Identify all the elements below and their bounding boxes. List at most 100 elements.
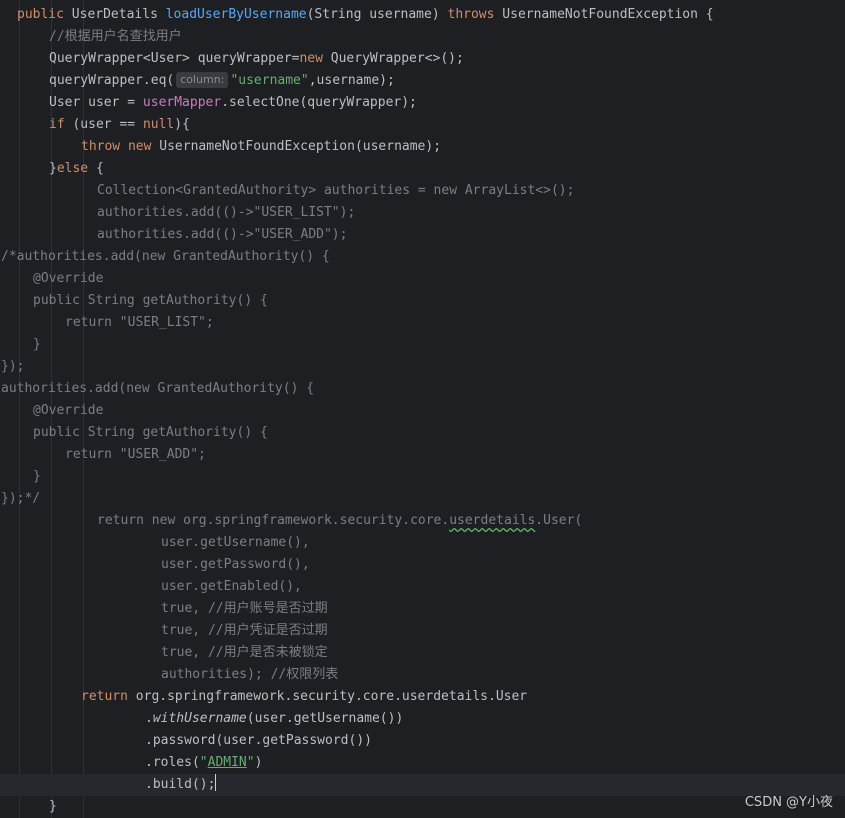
code-line[interactable]: true, //用户凭证是否过期 [0,620,845,642]
code-line[interactable]: @Override [0,268,845,290]
code-text: . [145,711,153,726]
block-comment: authorities.add(new GrantedAuthority() { [1,381,315,396]
code-line[interactable]: public UserDetails loadUserByUsername(St… [0,4,845,26]
code-line[interactable]: /*authorities.add(new GrantedAuthority()… [0,246,845,268]
string-literal: ADMIN [207,755,247,770]
code-text: } [49,161,57,176]
current-code-line[interactable]: .build(); [0,774,845,796]
code-text: (user.getUsername()) [246,711,404,726]
code-line[interactable]: queryWrapper.eq(column: "username",userna… [0,70,845,92]
params: (String username) [306,7,440,22]
code-line[interactable]: });*/ [0,488,845,510]
code-line[interactable]: return new org.springframework.security.… [0,510,845,532]
unused-code: userdetails [449,513,536,528]
type: UserDetails [71,7,158,22]
code-text: .roles( [145,755,200,770]
code-text: (user == [64,117,143,132]
block-comment: /*authorities.add(new GrantedAuthority()… [1,249,330,264]
code-line[interactable]: @Override [0,400,845,422]
code-text: .selectOne(queryWrapper); [221,95,417,110]
field-reference: userMapper [142,95,222,110]
code-editor[interactable]: public UserDetails loadUserByUsername(St… [0,0,845,818]
keyword: throw [81,139,121,154]
code-line[interactable]: return org.springframework.security.core… [0,686,845,708]
text-caret [215,774,217,791]
code-line[interactable]: public String getAuthority() { [0,422,845,444]
keyword: throws [447,7,495,22]
code-line[interactable]: user.getUsername(), [0,532,845,554]
code-line[interactable]: } [0,466,845,488]
exception-type: UsernameNotFoundException { [502,7,714,22]
code-line[interactable]: return "USER_LIST"; [0,312,845,334]
unused-code: authorities.add(()->"USER_LIST"); [97,205,356,220]
code-text: UsernameNotFoundException(username); [159,139,442,154]
code-line[interactable]: .roles("ADMIN") [0,752,845,774]
string-quote: " [246,755,255,770]
code-text: org.springframework.security.core.userde… [135,689,528,704]
unused-code: true, //用户是否未被锁定 [161,645,328,660]
code-text: ,username); [308,73,395,88]
keyword: if [49,117,65,132]
unused-code: Collection<GrantedAuthority> authorities… [97,183,575,198]
unused-code: user.getPassword(), [161,557,310,572]
block-comment: } [33,337,41,352]
code-line[interactable]: }else { [0,158,845,180]
code-text: } [49,799,57,814]
keyword: new [127,139,152,154]
parameter-hint: column: [176,72,229,88]
code-line[interactable]: authorities.add(()->"USER_ADD"); [0,224,845,246]
block-comment: public String getAuthority() { [33,425,268,440]
block-comment: public String getAuthority() { [33,293,268,308]
unused-code: .User( [535,513,583,528]
code-line[interactable]: .password(user.getPassword()) [0,730,845,752]
code-text: ) [254,755,263,770]
code-line[interactable]: Collection<GrantedAuthority> authorities… [0,180,845,202]
watermark: CSDN @Y小夜 [744,795,833,810]
code-line[interactable]: throw new UsernameNotFoundException(user… [0,136,845,158]
string-literal: "username" [230,73,309,88]
code-line[interactable]: user.getPassword(), [0,554,845,576]
keyword: else [56,161,89,176]
code-text: QueryWrapper<User> queryWrapper= [49,51,300,66]
block-comment: @Override [33,271,104,286]
string-quote: " [199,755,208,770]
block-comment: @Override [33,403,104,418]
keyword: new [299,51,323,66]
unused-code: authorities); //权限列表 [161,667,339,682]
code-line[interactable]: if (user == null){ [0,114,845,136]
unused-code: authorities.add(()->"USER_ADD"); [97,227,348,242]
code-line[interactable]: authorities.add(()->"USER_LIST"); [0,202,845,224]
static-method: withUsername [152,711,247,726]
code-line[interactable]: User user = userMapper.selectOne(queryWr… [0,92,845,114]
block-comment: } [33,469,41,484]
code-line[interactable]: authorities.add(new GrantedAuthority() { [0,378,845,400]
code-line[interactable]: QueryWrapper<User> queryWrapper=new Quer… [0,48,845,70]
code-line[interactable]: authorities); //权限列表 [0,664,845,686]
code-line[interactable]: user.getEnabled(), [0,576,845,598]
code-text: QueryWrapper<>(); [330,51,464,66]
comment: //根据用户名查找用户 [49,29,182,44]
block-comment: }); [1,359,25,374]
code-line[interactable]: true, //用户是否未被锁定 [0,642,845,664]
method-name: loadUserByUsername [165,7,307,22]
unused-code: true, //用户账号是否过期 [161,601,328,616]
code-line[interactable]: true, //用户账号是否过期 [0,598,845,620]
code-line[interactable]: }); [0,356,845,378]
code-text: { [88,161,104,176]
keyword: null [142,117,175,132]
code-line[interactable]: } [0,796,845,818]
code-text: User user = [49,95,143,110]
code-text: .build(); [145,777,216,792]
block-comment: return "USER_ADD"; [65,447,206,462]
block-comment: });*/ [1,491,41,506]
keyword: public [17,7,64,22]
unused-code: true, //用户凭证是否过期 [161,623,328,638]
code-line[interactable]: public String getAuthority() { [0,290,845,312]
code-line[interactable]: } [0,334,845,356]
code-line[interactable]: .withUsername(user.getUsername()) [0,708,845,730]
code-text: .password(user.getPassword()) [145,733,372,748]
unused-code: user.getEnabled(), [161,579,302,594]
code-line[interactable]: return "USER_ADD"; [0,444,845,466]
block-comment: return "USER_LIST"; [65,315,214,330]
code-line[interactable]: //根据用户名查找用户 [0,26,845,48]
